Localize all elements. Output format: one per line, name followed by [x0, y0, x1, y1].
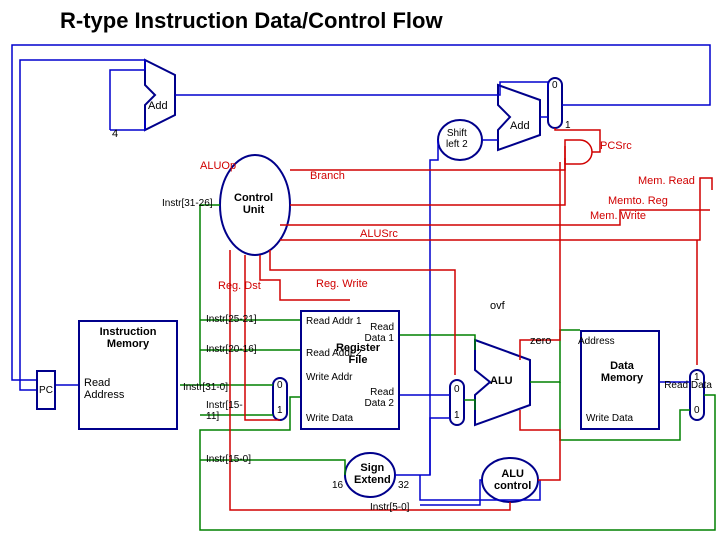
memread-label: Mem. Read [638, 175, 695, 187]
regwrite-label: Reg. Write [316, 278, 368, 290]
shift-left-label: Shift left 2 [446, 128, 468, 150]
memwrite-label: Mem. Write [590, 210, 646, 222]
field-15-11: Instr[15-11] [206, 400, 246, 422]
mux0-memtoreg: 0 [694, 405, 700, 416]
add-right-label: Add [510, 120, 530, 132]
field-5-0: Instr[5-0] [370, 502, 409, 513]
field-15-0: Instr[15-0] [206, 454, 251, 465]
pc-register: PC [36, 370, 56, 410]
control-unit-label: Control Unit [234, 192, 273, 216]
dm-write-data-label: Write Data [586, 413, 633, 424]
add-top-label: Add [148, 100, 168, 112]
dm-read-data-label: Read Data [664, 380, 712, 391]
alusrc-label: ALUSrc [360, 228, 398, 240]
dm-address-label: Address [578, 336, 615, 347]
instr-mem-label: Instruction Memory [86, 326, 170, 350]
data-memory: Data Memory Address Write Data Read Data [580, 330, 660, 430]
mux1-regdst: 1 [277, 405, 283, 416]
const4-label: 4 [112, 128, 118, 140]
instr-out-label: Instr[31-0] [183, 382, 228, 393]
alu-control-label: ALU control [494, 468, 531, 492]
read-data2-label: Read Data 2 [365, 387, 394, 409]
field-25-21: Instr[25-21] [206, 314, 257, 325]
read-data1-label: Read Data 1 [365, 322, 394, 344]
field-31-26: Instr[31-26] [162, 198, 213, 209]
mux1-alusrc: 1 [454, 410, 460, 421]
register-file: Register File Read Addr 1 Read Addr 2 Wr… [300, 310, 400, 430]
zero-label: zero [530, 335, 551, 347]
read-address-label: Read Address [84, 377, 124, 401]
aluop-label: ALUOp [200, 160, 236, 172]
regdst-label: Reg. Dst [218, 280, 261, 292]
field-20-16: Instr[20-16] [206, 344, 257, 355]
instruction-memory: Instruction Memory Read Address Instr[31… [78, 320, 178, 430]
data-mem-label: Data Memory [590, 360, 654, 384]
se32-label: 32 [398, 480, 409, 491]
write-data-reg-label: Write Data [306, 413, 353, 424]
memtoreg-label: Memto. Reg [608, 195, 668, 207]
sign-extend-label: Sign Extend [354, 462, 391, 486]
branch-label: Branch [310, 170, 345, 182]
write-addr-label: Write Addr [306, 372, 353, 383]
ovf-label: ovf [490, 300, 505, 312]
mux1-pcsrc: 1 [565, 120, 571, 131]
se16-label: 16 [332, 480, 343, 491]
read-addr1-label: Read Addr 1 [306, 316, 362, 327]
read-addr2-label: Read Addr 2 [306, 348, 362, 359]
alu-label: ALU [490, 375, 513, 387]
mux0-regdst: 0 [277, 380, 283, 391]
mux1-memtoreg: 1 [694, 372, 700, 383]
mux0-pcsrc: 0 [552, 80, 558, 91]
pcsrc-label: PCSrc [600, 140, 632, 152]
mux0-alusrc: 0 [454, 384, 460, 395]
page-title: R-type Instruction Data/Control Flow [60, 8, 443, 34]
